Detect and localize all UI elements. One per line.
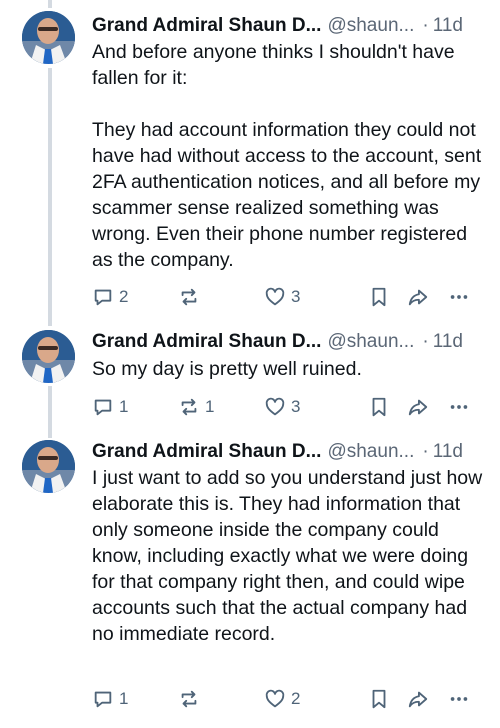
post-header: Grand Admiral Shaun D... @shaun... · 11d — [92, 12, 487, 40]
more-icon — [450, 295, 468, 299]
action-bar: 2 3 — [92, 283, 482, 311]
repost-button[interactable] — [178, 283, 205, 311]
share-icon — [408, 691, 428, 708]
post-text: So my day is pretty well ruined. — [92, 356, 487, 382]
avatar-image — [22, 330, 75, 383]
post-text: And before anyone thinks I shouldn't hav… — [92, 39, 487, 273]
separator: · — [422, 331, 429, 352]
post-text-content: I just want to add so you understand jus… — [92, 467, 483, 645]
more-button[interactable] — [448, 393, 470, 421]
bookmark-button[interactable] — [368, 393, 390, 421]
reply-button[interactable]: 1 — [92, 393, 128, 421]
action-bar: 1 2 — [92, 685, 482, 713]
like-count: 2 — [291, 689, 301, 708]
like-button[interactable]: 3 — [264, 393, 300, 421]
share-button[interactable] — [407, 283, 429, 311]
post-header: Grand Admiral Shaun D... @shaun... · 11d — [92, 328, 487, 356]
post[interactable]: Grand Admiral Shaun D... @shaun... · 11d So… — [0, 320, 500, 434]
reply-button[interactable]: 2 — [92, 283, 128, 311]
separator: · — [422, 441, 429, 462]
more-button[interactable] — [448, 685, 470, 713]
bookmark-icon — [372, 287, 386, 307]
avatar-image — [22, 11, 75, 64]
repost-button[interactable] — [178, 685, 205, 713]
bookmark-button[interactable] — [368, 283, 390, 311]
more-button[interactable] — [448, 283, 470, 311]
avatar[interactable] — [22, 11, 75, 64]
heart-icon — [265, 397, 285, 416]
timestamp[interactable]: 11d — [433, 15, 463, 36]
post-text-content: And before anyone thinks I shouldn't hav… — [92, 41, 482, 271]
reply-icon — [94, 289, 112, 306]
heart-icon — [265, 287, 285, 306]
avatar[interactable] — [22, 330, 75, 383]
more-icon — [450, 697, 468, 701]
reply-icon — [94, 399, 112, 416]
author-handle[interactable]: @shaun... — [327, 331, 414, 352]
heart-icon — [265, 689, 285, 708]
author-name[interactable]: Grand Admiral Shaun D... — [92, 441, 321, 462]
timestamp[interactable]: 11d — [433, 331, 463, 352]
share-button[interactable] — [407, 393, 429, 421]
post[interactable]: Grand Admiral Shaun D... @shaun... · 11d An… — [0, 0, 500, 320]
timestamp[interactable]: 11d — [433, 441, 463, 462]
like-button[interactable]: 2 — [264, 685, 300, 713]
separator: · — [422, 15, 429, 36]
bookmark-icon — [372, 689, 386, 709]
post[interactable]: Grand Admiral Shaun D... @shaun... · 11d I … — [0, 434, 500, 728]
author-name[interactable]: Grand Admiral Shaun D... — [92, 15, 321, 36]
like-button[interactable]: 3 — [264, 283, 300, 311]
more-icon — [450, 405, 468, 409]
action-bar: 1 1 3 — [92, 393, 482, 421]
post-text-content: So my day is pretty well ruined. — [92, 358, 362, 380]
post-header: Grand Admiral Shaun D... @shaun... · 11d — [92, 438, 487, 466]
bookmark-button[interactable] — [368, 685, 390, 713]
reply-button[interactable]: 1 — [92, 685, 128, 713]
reply-count: 1 — [119, 689, 129, 708]
reply-count: 2 — [119, 287, 129, 306]
share-icon — [408, 399, 428, 416]
repost-icon — [181, 288, 197, 306]
share-icon — [408, 289, 428, 306]
repost-count: 1 — [205, 397, 215, 416]
repost-icon — [181, 398, 197, 416]
author-name[interactable]: Grand Admiral Shaun D... — [92, 331, 321, 352]
reply-icon — [94, 691, 112, 708]
author-handle[interactable]: @shaun... — [327, 441, 414, 462]
author-handle[interactable]: @shaun... — [327, 15, 414, 36]
bookmark-icon — [372, 397, 386, 417]
like-count: 3 — [291, 287, 301, 306]
avatar[interactable] — [22, 440, 75, 493]
repost-icon — [181, 690, 197, 708]
like-count: 3 — [291, 397, 301, 416]
reply-count: 1 — [119, 397, 129, 416]
avatar-image — [22, 440, 75, 493]
repost-button[interactable]: 1 — [178, 393, 214, 421]
post-text: I just want to add so you understand jus… — [92, 465, 487, 647]
share-button[interactable] — [407, 685, 429, 713]
